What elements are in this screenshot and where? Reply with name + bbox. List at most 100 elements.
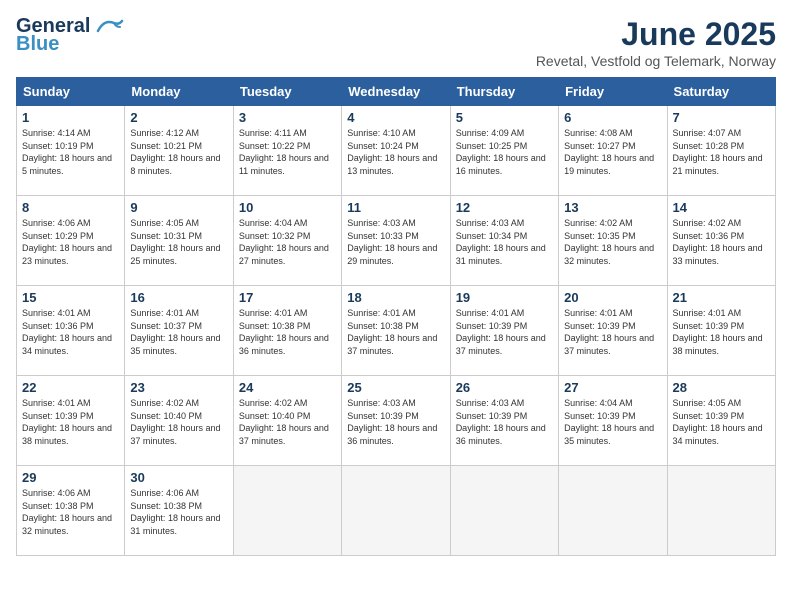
- day-info: Sunrise: 4:03 AM Sunset: 10:39 PM Daylig…: [456, 397, 553, 447]
- day-info: Sunrise: 4:05 AM Sunset: 10:39 PM Daylig…: [673, 397, 770, 447]
- day-number: 10: [239, 200, 336, 215]
- day-info: Sunrise: 4:06 AM Sunset: 10:29 PM Daylig…: [22, 217, 119, 267]
- calendar-week-row: 1 Sunrise: 4:14 AM Sunset: 10:19 PM Dayl…: [17, 106, 776, 196]
- day-number: 4: [347, 110, 444, 125]
- day-number: 11: [347, 200, 444, 215]
- day-info: Sunrise: 4:01 AM Sunset: 10:38 PM Daylig…: [239, 307, 336, 357]
- day-info: Sunrise: 4:01 AM Sunset: 10:39 PM Daylig…: [564, 307, 661, 357]
- table-row: 25 Sunrise: 4:03 AM Sunset: 10:39 PM Day…: [342, 376, 450, 466]
- table-row: [233, 466, 341, 556]
- day-info: Sunrise: 4:10 AM Sunset: 10:24 PM Daylig…: [347, 127, 444, 177]
- table-row: 12 Sunrise: 4:03 AM Sunset: 10:34 PM Day…: [450, 196, 558, 286]
- day-info: Sunrise: 4:05 AM Sunset: 10:31 PM Daylig…: [130, 217, 227, 267]
- day-number: 2: [130, 110, 227, 125]
- day-info: Sunrise: 4:03 AM Sunset: 10:34 PM Daylig…: [456, 217, 553, 267]
- day-info: Sunrise: 4:01 AM Sunset: 10:39 PM Daylig…: [456, 307, 553, 357]
- day-info: Sunrise: 4:02 AM Sunset: 10:35 PM Daylig…: [564, 217, 661, 267]
- day-info: Sunrise: 4:01 AM Sunset: 10:36 PM Daylig…: [22, 307, 119, 357]
- calendar-table: Sunday Monday Tuesday Wednesday Thursday…: [16, 77, 776, 556]
- day-number: 15: [22, 290, 119, 305]
- table-row: 26 Sunrise: 4:03 AM Sunset: 10:39 PM Day…: [450, 376, 558, 466]
- table-row: 18 Sunrise: 4:01 AM Sunset: 10:38 PM Day…: [342, 286, 450, 376]
- day-info: Sunrise: 4:03 AM Sunset: 10:33 PM Daylig…: [347, 217, 444, 267]
- day-number: 16: [130, 290, 227, 305]
- calendar-header-row: Sunday Monday Tuesday Wednesday Thursday…: [17, 78, 776, 106]
- day-info: Sunrise: 4:08 AM Sunset: 10:27 PM Daylig…: [564, 127, 661, 177]
- table-row: 24 Sunrise: 4:02 AM Sunset: 10:40 PM Day…: [233, 376, 341, 466]
- table-row: 23 Sunrise: 4:02 AM Sunset: 10:40 PM Day…: [125, 376, 233, 466]
- table-row: 30 Sunrise: 4:06 AM Sunset: 10:38 PM Day…: [125, 466, 233, 556]
- location-title: Revetal, Vestfold og Telemark, Norway: [536, 53, 776, 69]
- day-number: 24: [239, 380, 336, 395]
- day-number: 28: [673, 380, 770, 395]
- day-number: 25: [347, 380, 444, 395]
- table-row: 27 Sunrise: 4:04 AM Sunset: 10:39 PM Day…: [559, 376, 667, 466]
- day-info: Sunrise: 4:11 AM Sunset: 10:22 PM Daylig…: [239, 127, 336, 177]
- table-row: 1 Sunrise: 4:14 AM Sunset: 10:19 PM Dayl…: [17, 106, 125, 196]
- table-row: 4 Sunrise: 4:10 AM Sunset: 10:24 PM Dayl…: [342, 106, 450, 196]
- table-row: 16 Sunrise: 4:01 AM Sunset: 10:37 PM Day…: [125, 286, 233, 376]
- col-monday: Monday: [125, 78, 233, 106]
- day-info: Sunrise: 4:03 AM Sunset: 10:39 PM Daylig…: [347, 397, 444, 447]
- day-number: 19: [456, 290, 553, 305]
- table-row: 5 Sunrise: 4:09 AM Sunset: 10:25 PM Dayl…: [450, 106, 558, 196]
- day-number: 17: [239, 290, 336, 305]
- day-number: 30: [130, 470, 227, 485]
- day-number: 27: [564, 380, 661, 395]
- page-header: General Blue June 2025 Revetal, Vestfold…: [16, 16, 776, 69]
- logo-blue: Blue: [16, 34, 59, 54]
- table-row: 21 Sunrise: 4:01 AM Sunset: 10:39 PM Day…: [667, 286, 775, 376]
- table-row: [450, 466, 558, 556]
- day-info: Sunrise: 4:01 AM Sunset: 10:39 PM Daylig…: [673, 307, 770, 357]
- col-thursday: Thursday: [450, 78, 558, 106]
- day-number: 1: [22, 110, 119, 125]
- day-info: Sunrise: 4:09 AM Sunset: 10:25 PM Daylig…: [456, 127, 553, 177]
- day-info: Sunrise: 4:02 AM Sunset: 10:36 PM Daylig…: [673, 217, 770, 267]
- day-info: Sunrise: 4:01 AM Sunset: 10:37 PM Daylig…: [130, 307, 227, 357]
- day-info: Sunrise: 4:01 AM Sunset: 10:38 PM Daylig…: [347, 307, 444, 357]
- calendar-week-row: 15 Sunrise: 4:01 AM Sunset: 10:36 PM Day…: [17, 286, 776, 376]
- day-info: Sunrise: 4:02 AM Sunset: 10:40 PM Daylig…: [130, 397, 227, 447]
- day-info: Sunrise: 4:07 AM Sunset: 10:28 PM Daylig…: [673, 127, 770, 177]
- day-info: Sunrise: 4:04 AM Sunset: 10:39 PM Daylig…: [564, 397, 661, 447]
- table-row: 11 Sunrise: 4:03 AM Sunset: 10:33 PM Day…: [342, 196, 450, 286]
- table-row: 14 Sunrise: 4:02 AM Sunset: 10:36 PM Day…: [667, 196, 775, 286]
- day-number: 7: [673, 110, 770, 125]
- table-row: [559, 466, 667, 556]
- day-number: 26: [456, 380, 553, 395]
- day-number: 21: [673, 290, 770, 305]
- table-row: 3 Sunrise: 4:11 AM Sunset: 10:22 PM Dayl…: [233, 106, 341, 196]
- table-row: 2 Sunrise: 4:12 AM Sunset: 10:21 PM Dayl…: [125, 106, 233, 196]
- day-number: 18: [347, 290, 444, 305]
- day-info: Sunrise: 4:14 AM Sunset: 10:19 PM Daylig…: [22, 127, 119, 177]
- day-number: 5: [456, 110, 553, 125]
- day-info: Sunrise: 4:12 AM Sunset: 10:21 PM Daylig…: [130, 127, 227, 177]
- col-sunday: Sunday: [17, 78, 125, 106]
- table-row: 8 Sunrise: 4:06 AM Sunset: 10:29 PM Dayl…: [17, 196, 125, 286]
- table-row: 28 Sunrise: 4:05 AM Sunset: 10:39 PM Day…: [667, 376, 775, 466]
- table-row: 10 Sunrise: 4:04 AM Sunset: 10:32 PM Day…: [233, 196, 341, 286]
- col-saturday: Saturday: [667, 78, 775, 106]
- day-info: Sunrise: 4:01 AM Sunset: 10:39 PM Daylig…: [22, 397, 119, 447]
- logo: General Blue: [16, 16, 124, 54]
- day-number: 9: [130, 200, 227, 215]
- col-friday: Friday: [559, 78, 667, 106]
- table-row: 20 Sunrise: 4:01 AM Sunset: 10:39 PM Day…: [559, 286, 667, 376]
- day-info: Sunrise: 4:04 AM Sunset: 10:32 PM Daylig…: [239, 217, 336, 267]
- table-row: 7 Sunrise: 4:07 AM Sunset: 10:28 PM Dayl…: [667, 106, 775, 196]
- calendar-week-row: 8 Sunrise: 4:06 AM Sunset: 10:29 PM Dayl…: [17, 196, 776, 286]
- day-number: 29: [22, 470, 119, 485]
- table-row: 15 Sunrise: 4:01 AM Sunset: 10:36 PM Day…: [17, 286, 125, 376]
- logo-bird-icon: [94, 17, 124, 35]
- calendar-week-row: 29 Sunrise: 4:06 AM Sunset: 10:38 PM Day…: [17, 466, 776, 556]
- day-info: Sunrise: 4:06 AM Sunset: 10:38 PM Daylig…: [22, 487, 119, 537]
- day-info: Sunrise: 4:06 AM Sunset: 10:38 PM Daylig…: [130, 487, 227, 537]
- day-number: 12: [456, 200, 553, 215]
- col-tuesday: Tuesday: [233, 78, 341, 106]
- day-number: 23: [130, 380, 227, 395]
- day-number: 6: [564, 110, 661, 125]
- table-row: [667, 466, 775, 556]
- calendar-week-row: 22 Sunrise: 4:01 AM Sunset: 10:39 PM Day…: [17, 376, 776, 466]
- table-row: 29 Sunrise: 4:06 AM Sunset: 10:38 PM Day…: [17, 466, 125, 556]
- table-row: 22 Sunrise: 4:01 AM Sunset: 10:39 PM Day…: [17, 376, 125, 466]
